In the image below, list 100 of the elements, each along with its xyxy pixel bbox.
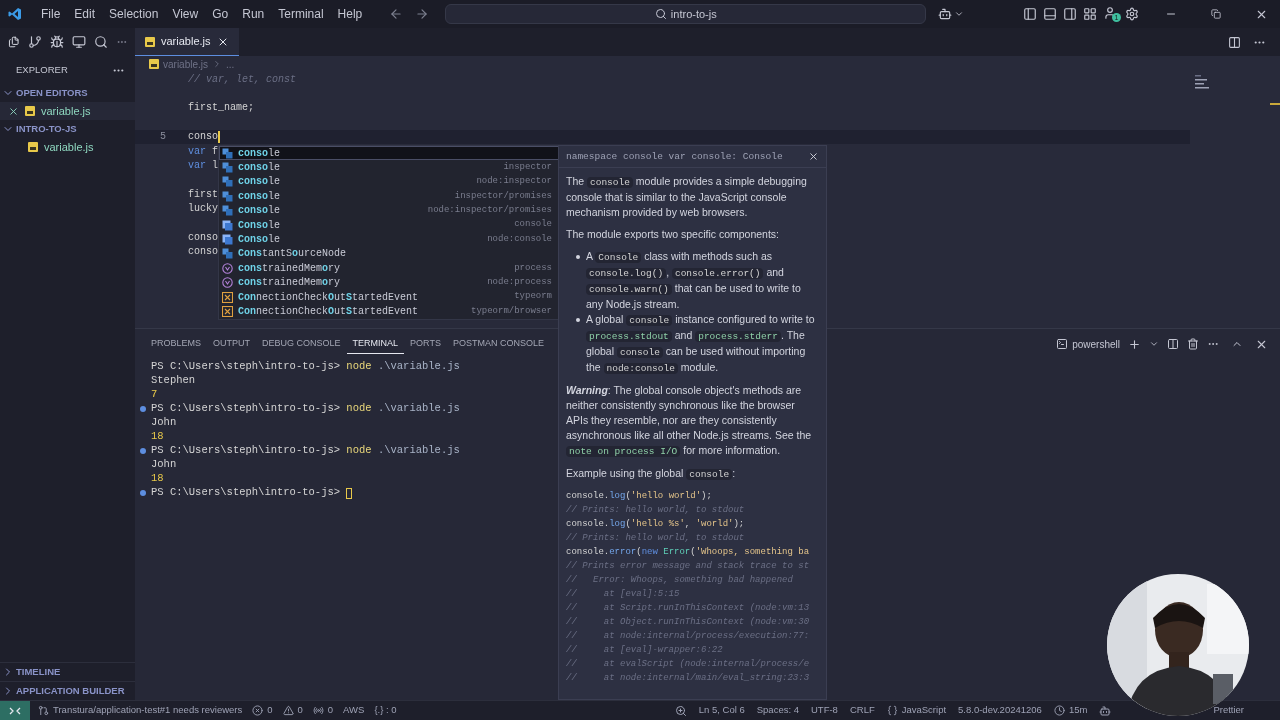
command-marker[interactable] [140, 490, 146, 496]
suggestion-item[interactable]: Console console [219, 217, 559, 233]
section-header[interactable]: INTRO-TO-JS [0, 120, 135, 138]
section-header[interactable]: OPEN EDITORS [0, 84, 135, 102]
suggestion-item[interactable]: console node:inspector/promises [219, 203, 559, 218]
panel-tab[interactable]: TERMINAL [346, 333, 405, 355]
status-item[interactable]: 15m [1053, 703, 1088, 718]
suggestion-item[interactable]: console node:inspector [219, 174, 559, 190]
suggestion-item[interactable]: ConstantSourceNode [219, 246, 559, 262]
warning-icon [282, 705, 294, 716]
menu-item[interactable]: Selection [102, 5, 166, 23]
suggestion-item[interactable]: console inspector [219, 160, 559, 175]
command-marker[interactable] [140, 448, 146, 454]
terminal-selector[interactable]: powershell [1056, 336, 1120, 352]
split-editor-icon[interactable] [1228, 35, 1241, 49]
status-item[interactable]: AWS [343, 703, 365, 718]
panel-tab[interactable]: PROBLEMS [145, 334, 207, 354]
suggestion-item[interactable]: console inspector/promises [219, 189, 559, 204]
panel-tab[interactable]: DEBUG CONSOLE [256, 334, 347, 354]
terminal-line: 18 [151, 429, 164, 445]
suggestion-item[interactable]: Console node:console [219, 232, 559, 247]
menu-item[interactable]: File [34, 5, 68, 23]
back-arrow-icon[interactable] [389, 7, 404, 21]
plus-icon[interactable] [1128, 337, 1141, 351]
doc-paragraph: The console module provides a simple debugging console that is similar to the JavaScript console mechanism provided by web browsers. [566, 174, 808, 220]
status-item[interactable]: 0 [312, 703, 334, 718]
hover-signature: namespace console var console: Console [566, 150, 783, 164]
tree-item[interactable]: variable.js [0, 138, 135, 156]
menu-item[interactable]: Go [205, 5, 236, 23]
menu-item[interactable]: View [165, 5, 206, 23]
status-item[interactable]: Spaces: 4 [756, 703, 799, 718]
doc-link[interactable]: note on process I/O [566, 446, 681, 457]
status-item[interactable]: Prettier [1213, 703, 1244, 718]
status-item[interactable]: 5.8.0-dev.20241206 [958, 703, 1042, 718]
restore-icon[interactable] [1211, 9, 1221, 19]
close-icon[interactable] [808, 151, 819, 162]
menu-item[interactable]: Terminal [271, 5, 331, 23]
scrollbar-marker [1270, 103, 1280, 105]
panel-tab[interactable]: POSTMAN CONSOLE [446, 334, 550, 354]
panel-toggle-icon[interactable] [1043, 7, 1057, 21]
module-icon [222, 190, 233, 202]
sidebar-toggle-icon[interactable] [1023, 7, 1037, 21]
status-item[interactable]: {.} : 0 [374, 703, 397, 718]
status-item[interactable]: JavaScript [886, 703, 947, 718]
split-terminal-icon[interactable] [1167, 338, 1179, 350]
menu-item[interactable]: Edit [67, 5, 103, 23]
section-header[interactable]: TIMELINE [0, 663, 135, 681]
chevron-down-icon[interactable] [1149, 339, 1159, 349]
suggestion-item[interactable]: constrainedMemory node:process [219, 275, 559, 290]
code-line: first [188, 187, 218, 202]
code-line: first_name; [188, 101, 254, 116]
code-line: // at node:internal/process/execution:77: [566, 630, 811, 643]
layout-icon[interactable] [1083, 7, 1097, 21]
suggestion-item[interactable]: console [219, 146, 559, 161]
zoom-icon[interactable] [674, 704, 687, 717]
code-line: lucky [188, 202, 218, 217]
remote-explorer-icon[interactable] [71, 35, 86, 49]
chevron-down-icon[interactable] [954, 9, 965, 19]
terminal-line: 7 [151, 387, 158, 403]
terminal-line: 18 [151, 471, 164, 487]
code-line: // Error: Whoops, something bad happened [566, 574, 794, 587]
js-file-icon [145, 36, 155, 47]
terminal-line: PS C:\Users\steph\intro-to-js> node .\variable.js [151, 401, 460, 417]
panel-tab[interactable]: PORTS [404, 334, 447, 354]
panel-tab[interactable]: OUTPUT [207, 334, 256, 354]
code-line: // Prints: hello world, to stdout [566, 504, 746, 517]
explorer-icon[interactable] [8, 35, 20, 49]
class-icon [222, 234, 233, 246]
menu-item[interactable]: Help [330, 5, 370, 23]
suggestion-item[interactable]: constrainedMemory process [219, 261, 559, 276]
code-line: var f [188, 144, 219, 159]
copilot-icon[interactable] [1099, 704, 1112, 717]
trash-icon[interactable] [1187, 338, 1199, 350]
suggestion-item[interactable]: ConnectionCheckOutStartedEvent typeorm/browser [219, 304, 559, 319]
remote-indicator[interactable] [0, 701, 30, 720]
status-item[interactable]: 0 [252, 703, 273, 718]
suggestion-item[interactable]: ConnectionCheckOutStartedEvent typeorm [219, 289, 559, 305]
code-line: conso [188, 245, 218, 260]
open-editor-item[interactable]: variable.js [0, 102, 135, 120]
close-icon[interactable] [8, 105, 19, 117]
app-logo[interactable] [8, 7, 22, 21]
command-marker[interactable] [140, 406, 146, 412]
ports-icon [312, 705, 324, 716]
menu-item[interactable]: Run [235, 5, 272, 23]
section-header[interactable]: APPLICATION BUILDER [0, 682, 135, 700]
forward-arrow-icon[interactable] [415, 7, 430, 21]
status-item[interactable]: Ln 5, Col 6 [698, 703, 745, 718]
settings-icon[interactable] [1125, 7, 1139, 21]
status-item[interactable]: UTF-8 [811, 703, 838, 718]
status-item[interactable]: CRLF [849, 703, 875, 718]
status-item[interactable]: Transtura/application-test#1 needs reviewers [38, 703, 243, 718]
status-item[interactable]: 0 [282, 703, 303, 718]
search-icon[interactable] [93, 35, 108, 49]
search-icon [654, 8, 667, 20]
secondary-sidebar-icon[interactable] [1063, 7, 1077, 21]
copilot-icon[interactable] [938, 7, 953, 21]
search-field[interactable]: intro-to-js [445, 4, 927, 24]
source-control-icon[interactable] [27, 35, 42, 49]
debug-icon[interactable] [49, 35, 64, 49]
editor-tab[interactable]: variable.js [135, 28, 239, 56]
